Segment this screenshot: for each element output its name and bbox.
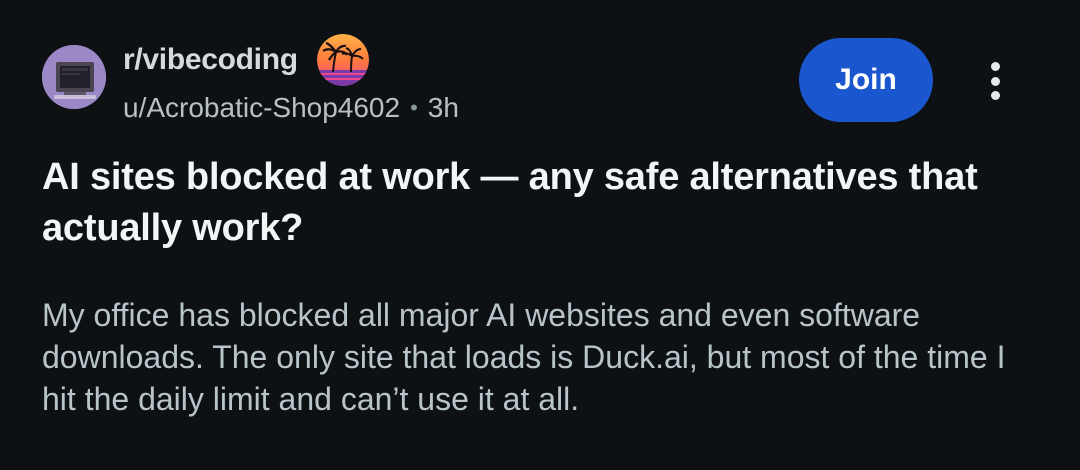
palm-tree-sunset-icon[interactable] [316,34,369,86]
subreddit-avatar[interactable] [42,45,106,109]
post-body: My office has blocked all major AI websi… [42,297,1006,417]
more-dot [990,76,1000,86]
subreddit-name[interactable]: r/vibecoding [123,43,298,77]
meta-separator: • [410,95,418,120]
author-name[interactable]: u/Acrobatic-Shop4602 [123,92,400,124]
post-header: r/vibecoding u/Acrobatic-Shop4602 • 3h [123,34,459,124]
post-title[interactable]: AI sites blocked at work — any safe alte… [42,152,1042,254]
join-button[interactable]: Join [799,38,933,122]
post-meta: u/Acrobatic-Shop4602 • 3h [123,92,459,124]
post-age: 3h [427,92,459,123]
more-dot [990,91,1000,100]
retro-computer-icon [42,45,106,109]
more-dot [990,62,1000,71]
subreddit-row: r/vibecoding [123,34,459,86]
post-card: r/vibecoding u/Acrobatic-Shop4602 • 3h J… [0,0,1080,470]
more-options-icon[interactable] [974,58,1016,104]
